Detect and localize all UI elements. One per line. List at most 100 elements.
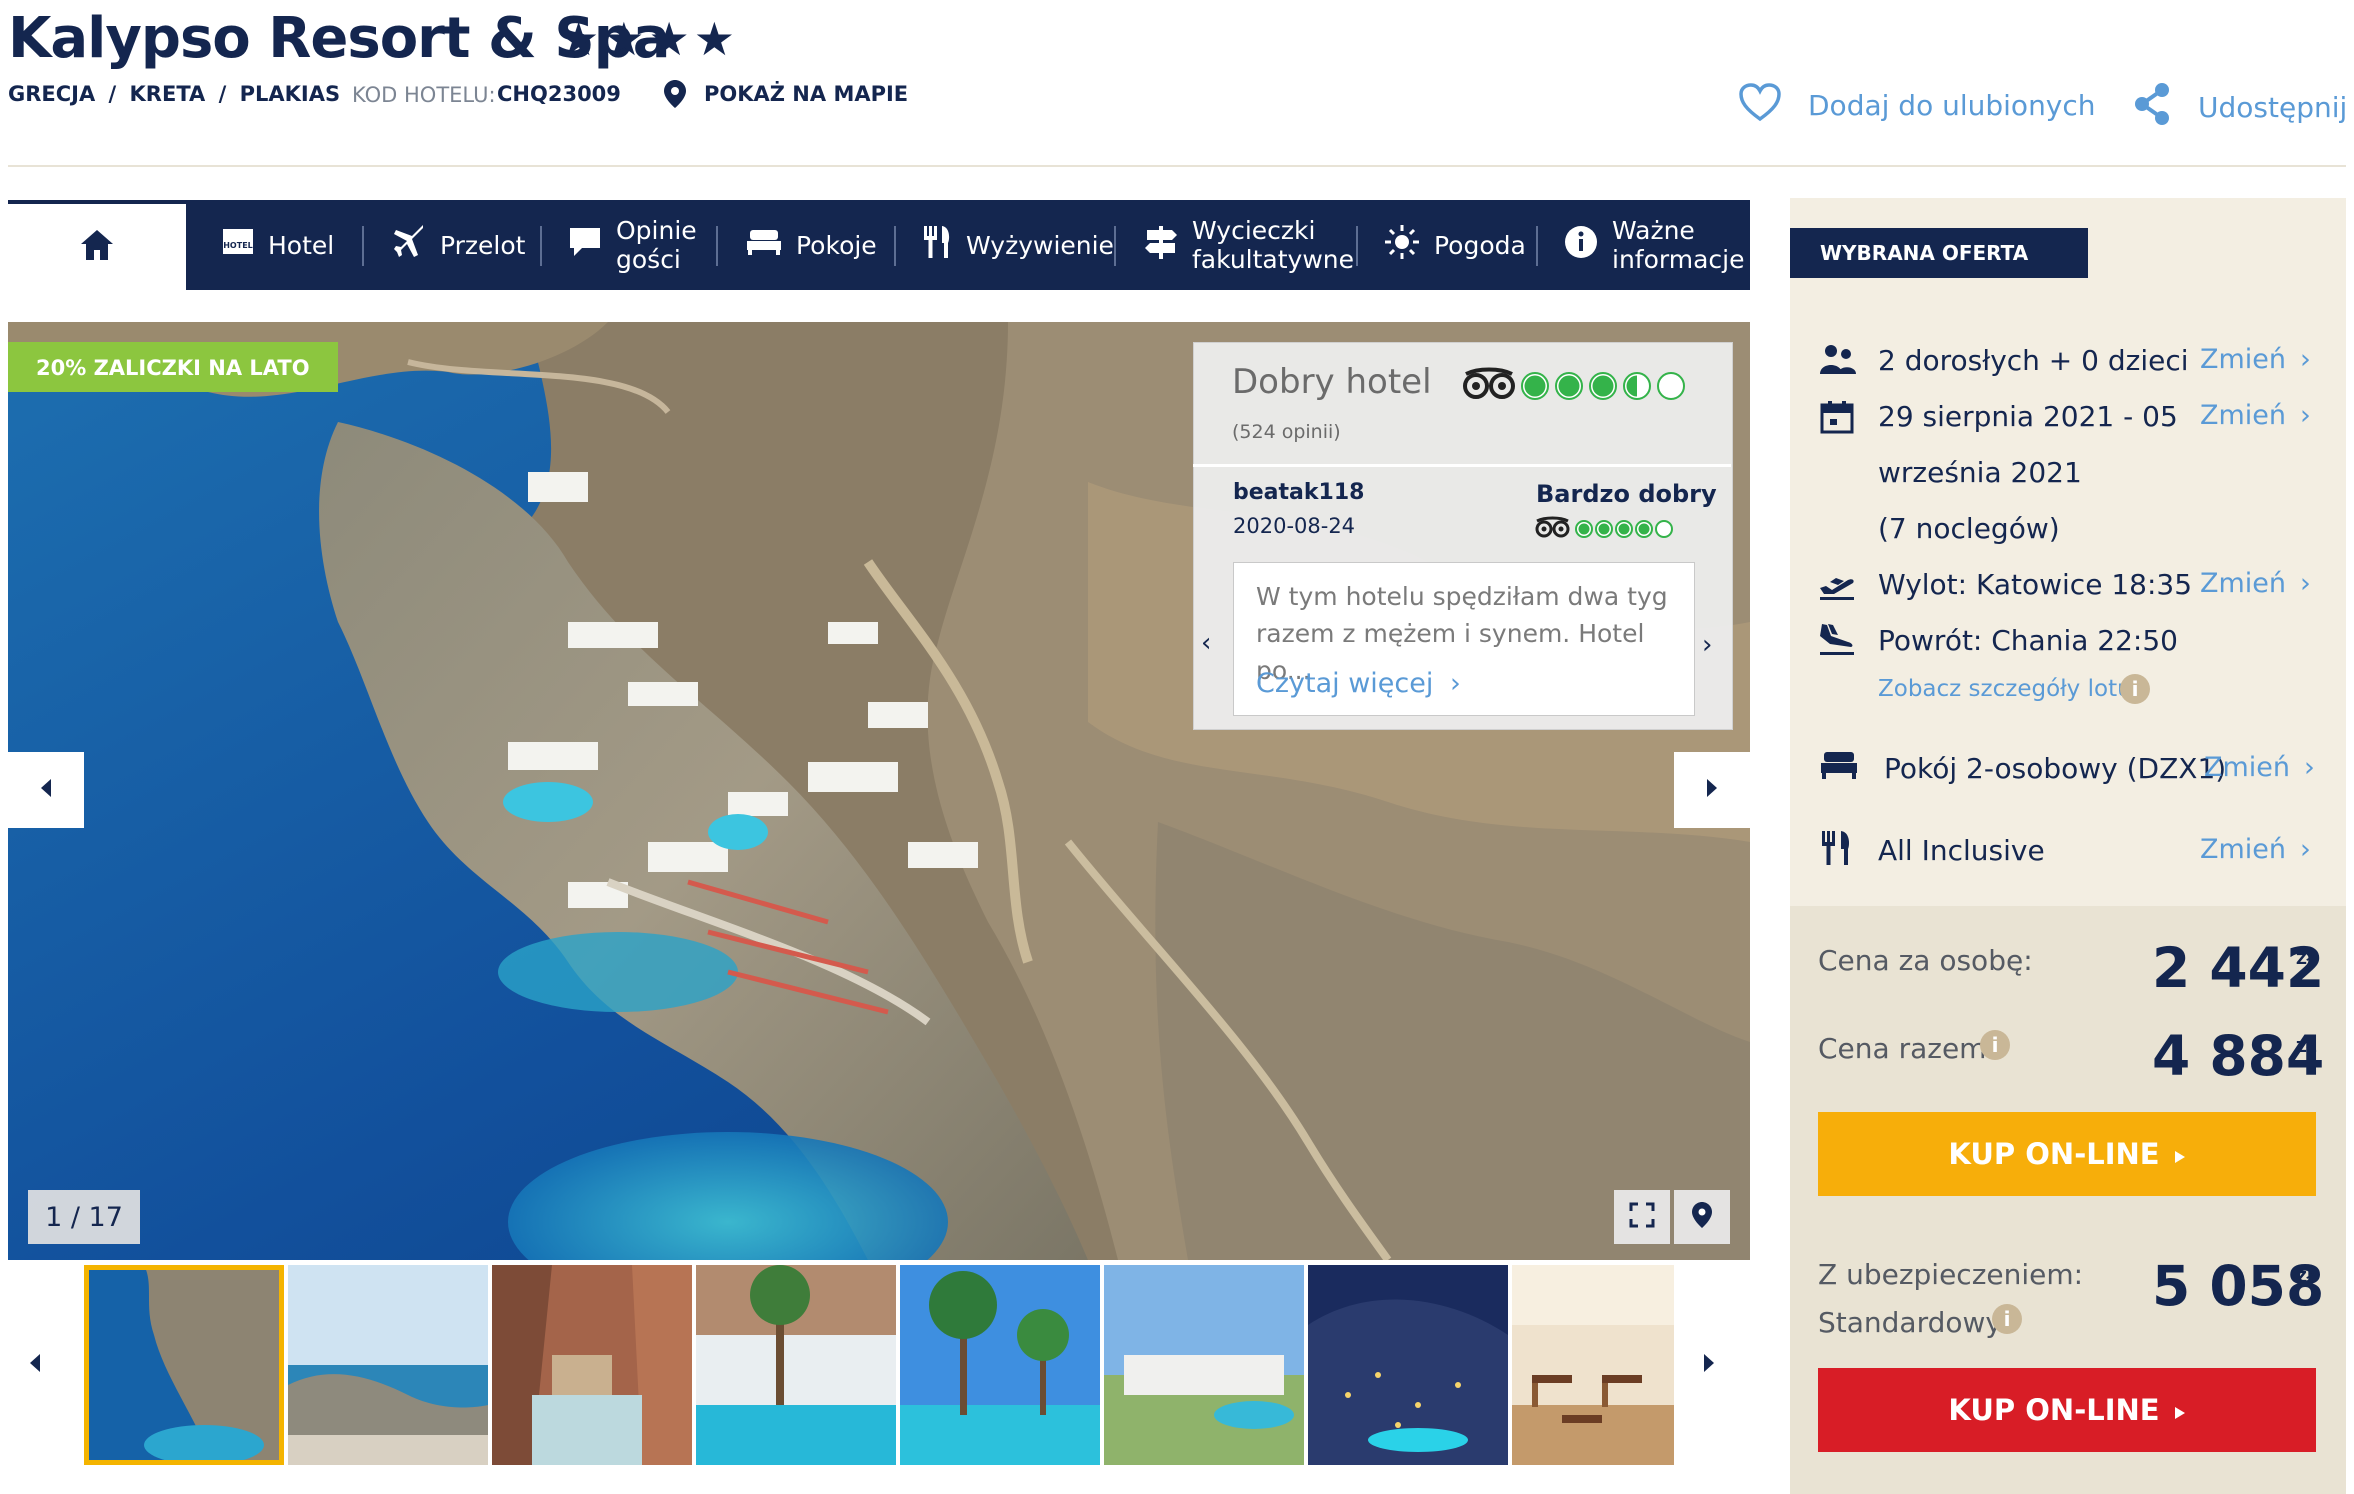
header-divider bbox=[8, 165, 2346, 167]
review-date: 2020-08-24 bbox=[1233, 514, 1356, 538]
change-board-link[interactable]: Zmień › bbox=[2200, 834, 2311, 865]
buy-online-label: KUP ON-LINE bbox=[1948, 1137, 2160, 1171]
flight-info-icon[interactable]: i bbox=[2120, 674, 2150, 704]
play-arrow-icon bbox=[2174, 1393, 2186, 1427]
nav-tab-important-info[interactable]: Ważne informacje bbox=[1564, 200, 1744, 290]
thumbnail[interactable] bbox=[288, 1265, 488, 1465]
nav-separator bbox=[1536, 226, 1538, 266]
nav-tab-label: Wycieczki fakultatywne bbox=[1192, 216, 1355, 274]
thumbnail[interactable] bbox=[696, 1265, 896, 1465]
rating-bubble-fill bbox=[1638, 523, 1650, 535]
photo-map-button[interactable] bbox=[1674, 1190, 1730, 1244]
hotel-icon: HOTEL bbox=[222, 229, 254, 261]
read-more-label: Czytaj więcej bbox=[1256, 668, 1434, 699]
share-icon bbox=[2132, 82, 2172, 133]
chevron-right-icon: › bbox=[2300, 400, 2311, 431]
gallery-next-button[interactable] bbox=[1674, 752, 1750, 828]
change-guests-link[interactable]: Zmień › bbox=[2200, 344, 2311, 375]
share-button[interactable]: Udostępnij bbox=[2132, 82, 2347, 133]
change-dates-link[interactable]: Zmień › bbox=[2200, 400, 2311, 431]
review-next-button[interactable]: › bbox=[1702, 630, 1712, 660]
rating-bubble bbox=[1657, 372, 1685, 400]
insurance-info-icon[interactable]: i bbox=[1992, 1304, 2022, 1334]
breadcrumb-separator: / bbox=[108, 82, 117, 106]
insurance-label: Z ubezpieczeniem: bbox=[1818, 1258, 2084, 1291]
nav-home-tab[interactable] bbox=[8, 204, 186, 290]
chevron-left-icon bbox=[38, 777, 54, 803]
nav-tab-hotel[interactable]: HOTEL Hotel bbox=[222, 200, 334, 290]
gallery-prev-button[interactable] bbox=[8, 752, 84, 828]
fullscreen-button[interactable] bbox=[1614, 1190, 1670, 1244]
price-per-person: 2 442 bbox=[2152, 936, 2325, 1000]
nav-tab-flight[interactable]: Przelot bbox=[392, 200, 525, 290]
rating-bubble-fill bbox=[1558, 375, 1580, 397]
show-on-map-link[interactable]: POKAŻ NA MAPIE bbox=[704, 82, 908, 106]
play-arrow-icon bbox=[2174, 1137, 2186, 1171]
hotel-code-value: CHQ23009 bbox=[497, 82, 621, 106]
nav-tab-label: Wyżywienie bbox=[966, 230, 1114, 260]
nav-tab-reviews[interactable]: Opinie gości bbox=[568, 200, 697, 290]
nav-tab-label: Przelot bbox=[440, 230, 526, 260]
nav-tab-label: Pogoda bbox=[1434, 230, 1526, 260]
price-total-label: Cena razem: bbox=[1818, 1032, 1996, 1065]
price-per-person-label: Cena za osobę: bbox=[1818, 944, 2033, 977]
buy-online-button[interactable]: KUP ON-LINE bbox=[1818, 1112, 2316, 1196]
calendar-icon bbox=[1820, 400, 1854, 438]
rating-bubble-fill bbox=[1578, 523, 1590, 535]
thumbnail[interactable] bbox=[1308, 1265, 1508, 1465]
review-divider bbox=[1193, 464, 1731, 467]
buy-online-label: KUP ON-LINE bbox=[1948, 1393, 2160, 1427]
thumbs-prev-button[interactable] bbox=[28, 1352, 42, 1378]
thumbs-next-button[interactable] bbox=[1702, 1352, 1716, 1378]
nav-tab-excursions[interactable]: Wycieczki fakultatywne bbox=[1144, 200, 1354, 290]
nav-tab-rooms[interactable]: Pokoje bbox=[746, 200, 877, 290]
tripadvisor-owl-icon bbox=[1535, 516, 1570, 538]
read-more-link[interactable]: Czytaj więcej › bbox=[1256, 668, 1461, 699]
change-label: Zmień bbox=[2200, 834, 2287, 865]
fullscreen-icon bbox=[1629, 1202, 1655, 1232]
nav-tab-label: Hotel bbox=[268, 230, 335, 260]
change-flight-link[interactable]: Zmień › bbox=[2200, 568, 2311, 599]
guests-text: 2 dorosłych + 0 dzieci bbox=[1878, 344, 2189, 377]
insurance-type: Standardowy bbox=[1818, 1306, 2002, 1339]
thumbnail[interactable] bbox=[900, 1265, 1100, 1465]
rating-bubble-fill bbox=[1524, 375, 1546, 397]
rating-bubble-fill bbox=[1598, 523, 1610, 535]
breadcrumb-country[interactable]: GRECJA bbox=[8, 82, 95, 106]
chevron-right-icon: › bbox=[1449, 668, 1461, 699]
add-to-favorites-button[interactable]: Dodaj do ulubionych bbox=[1738, 82, 2096, 129]
share-label: Udostępnij bbox=[2198, 91, 2348, 124]
thumbnail[interactable] bbox=[492, 1265, 692, 1465]
thumbnail[interactable] bbox=[1512, 1265, 1674, 1465]
rating-bubble-fill bbox=[1592, 375, 1614, 397]
nav-tab-meals[interactable]: Wyżywienie bbox=[922, 200, 1114, 290]
rating-bubble-fill bbox=[1618, 523, 1630, 535]
nav-tab-weather[interactable]: Pogoda bbox=[1384, 200, 1526, 290]
map-pin-icon bbox=[664, 80, 686, 112]
dates-line-2: września 2021 bbox=[1878, 456, 2082, 489]
price-info-icon[interactable]: i bbox=[1980, 1030, 2010, 1060]
chat-icon bbox=[568, 226, 602, 264]
plane-takeoff-icon bbox=[1818, 568, 1856, 604]
change-room-link[interactable]: Zmień › bbox=[2204, 752, 2315, 783]
nav-tab-label: Ważne informacje bbox=[1612, 216, 1745, 274]
review-user-rating bbox=[1534, 514, 1694, 544]
breadcrumb-region[interactable]: KRETA bbox=[130, 82, 206, 106]
home-icon bbox=[79, 228, 115, 266]
thumbnail[interactable] bbox=[84, 1265, 284, 1465]
buy-online-insured-button[interactable]: KUP ON-LINE bbox=[1818, 1368, 2316, 1452]
nav-separator bbox=[362, 226, 364, 266]
review-verdict: Bardzo dobry bbox=[1536, 480, 1717, 508]
nav-separator bbox=[1356, 226, 1358, 266]
breadcrumb: GRECJA / KRETA / PLAKIAS bbox=[8, 82, 346, 106]
thumbnail[interactable] bbox=[1104, 1265, 1304, 1465]
nav-tab-label: Pokoje bbox=[796, 230, 877, 260]
sun-icon bbox=[1384, 224, 1420, 266]
review-prev-button[interactable]: ‹ bbox=[1201, 628, 1211, 658]
chevron-right-icon: › bbox=[2300, 344, 2311, 375]
review-count[interactable]: (524 opinii) bbox=[1232, 421, 1341, 443]
breadcrumb-city[interactable]: PLAKIAS bbox=[240, 82, 341, 106]
plane-landing-icon bbox=[1818, 622, 1856, 660]
flight-details-link[interactable]: Zobacz szczegóły lotu bbox=[1878, 676, 2132, 702]
currency-label: ZŁ bbox=[2296, 950, 2317, 968]
